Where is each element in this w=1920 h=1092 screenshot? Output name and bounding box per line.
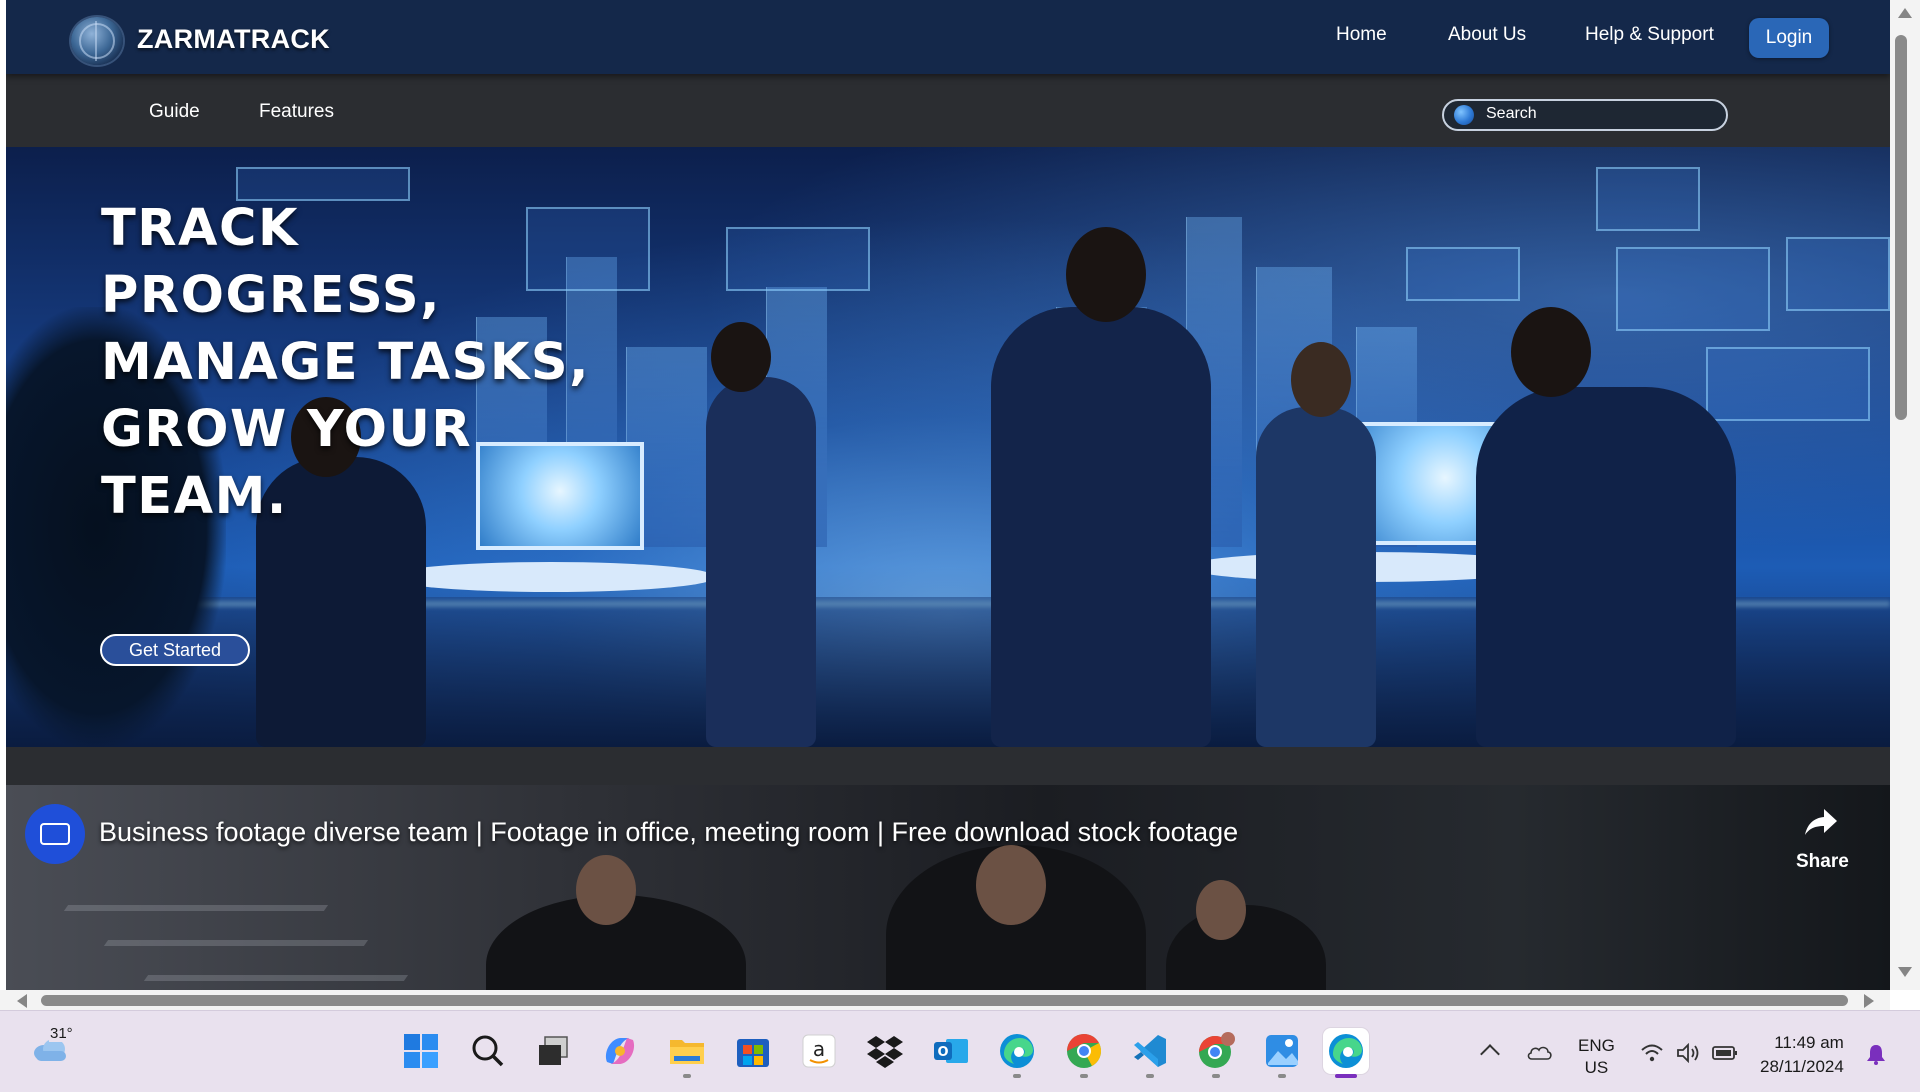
- region-code: US: [1584, 1058, 1609, 1077]
- clock-time: 11:49 am: [1774, 1033, 1844, 1052]
- nav-home[interactable]: Home: [1336, 24, 1387, 46]
- nav-help-support[interactable]: Help & Support: [1585, 24, 1714, 46]
- outlook-icon[interactable]: O: [928, 1028, 974, 1074]
- chrome-profile-icon[interactable]: [1193, 1028, 1239, 1078]
- top-navbar: ZARMATRACK Home About Us Help & Support …: [6, 0, 1890, 74]
- language-indicator[interactable]: ENG US: [1578, 1035, 1615, 1079]
- running-indicator: [1212, 1074, 1220, 1078]
- hero-banner: TRACK PROGRESS, MANAGE TASKS, GROW YOUR …: [6, 147, 1890, 747]
- brand-name[interactable]: ZARMATRACK: [137, 24, 330, 55]
- scroll-right-arrow-icon[interactable]: [1864, 994, 1874, 1008]
- nav-about-us[interactable]: About Us: [1448, 24, 1526, 46]
- scroll-up-arrow-icon[interactable]: [1898, 8, 1912, 18]
- volume-icon[interactable]: [1676, 1043, 1700, 1063]
- svg-text:O: O: [937, 1045, 948, 1060]
- language-code: ENG: [1578, 1036, 1615, 1055]
- share-arrow-icon[interactable]: [1804, 807, 1838, 837]
- vscode-icon[interactable]: [1127, 1028, 1173, 1078]
- scroll-down-arrow-icon[interactable]: [1898, 967, 1912, 977]
- vertical-scroll-thumb[interactable]: [1895, 35, 1907, 420]
- search-globe-icon: [1454, 105, 1474, 125]
- running-indicator: [1013, 1074, 1021, 1078]
- photos-icon[interactable]: [1259, 1028, 1305, 1078]
- windows-taskbar: 31° a O ENG US 11:49 am 28/11/2024: [0, 1010, 1920, 1092]
- copilot-icon[interactable]: [597, 1028, 643, 1074]
- amazon-icon[interactable]: a: [796, 1028, 842, 1074]
- search-placeholder: Search: [1486, 105, 1537, 122]
- wifi-icon[interactable]: [1640, 1043, 1664, 1063]
- video-title[interactable]: Business footage diverse team | Footage …: [99, 817, 1238, 848]
- dropbox-icon[interactable]: [862, 1028, 908, 1074]
- chrome-icon[interactable]: [1061, 1028, 1107, 1078]
- login-button[interactable]: Login: [1749, 18, 1829, 58]
- edge-icon[interactable]: [994, 1028, 1040, 1078]
- system-clock[interactable]: 11:49 am 28/11/2024: [1760, 1031, 1844, 1079]
- onedrive-cloud-icon[interactable]: [1526, 1043, 1552, 1061]
- search-icon[interactable]: [465, 1028, 511, 1074]
- active-indicator: [1335, 1074, 1357, 1078]
- svg-text:a: a: [813, 1037, 825, 1061]
- running-indicator: [1146, 1074, 1154, 1078]
- browser-page: ZARMATRACK Home About Us Help & Support …: [6, 0, 1890, 990]
- clock-date: 28/11/2024: [1760, 1057, 1844, 1076]
- search-input[interactable]: Search: [1442, 99, 1728, 131]
- footage-channel-logo-icon[interactable]: [25, 804, 85, 864]
- file-explorer-icon[interactable]: [664, 1028, 710, 1078]
- running-indicator: [683, 1074, 691, 1078]
- hero-headline: TRACK PROGRESS, MANAGE TASKS, GROW YOUR …: [101, 199, 590, 526]
- get-started-button[interactable]: Get Started: [100, 634, 250, 666]
- horizontal-scroll-thumb[interactable]: [41, 995, 1848, 1006]
- nav-features[interactable]: Features: [259, 101, 334, 123]
- task-view-icon[interactable]: [530, 1028, 576, 1074]
- globe-logo-icon[interactable]: [71, 17, 123, 65]
- embedded-video[interactable]: Business footage diverse team | Footage …: [6, 785, 1890, 990]
- nav-guide[interactable]: Guide: [149, 101, 200, 123]
- running-indicator: [1080, 1074, 1088, 1078]
- battery-icon[interactable]: [1712, 1045, 1738, 1061]
- weather-temperature[interactable]: 31°: [49, 1025, 74, 1042]
- running-indicator: [1278, 1074, 1286, 1078]
- windows-start-icon[interactable]: [398, 1028, 444, 1074]
- share-label[interactable]: Share: [1796, 851, 1849, 873]
- edge-active-icon[interactable]: [1323, 1028, 1369, 1078]
- notification-bell-icon[interactable]: [1866, 1043, 1886, 1065]
- secondary-navbar: Guide Features Search: [6, 74, 1890, 147]
- microsoft-store-icon[interactable]: [730, 1028, 776, 1074]
- show-hidden-icons-chevron-icon[interactable]: [1480, 1044, 1500, 1064]
- scroll-left-arrow-icon[interactable]: [17, 994, 27, 1008]
